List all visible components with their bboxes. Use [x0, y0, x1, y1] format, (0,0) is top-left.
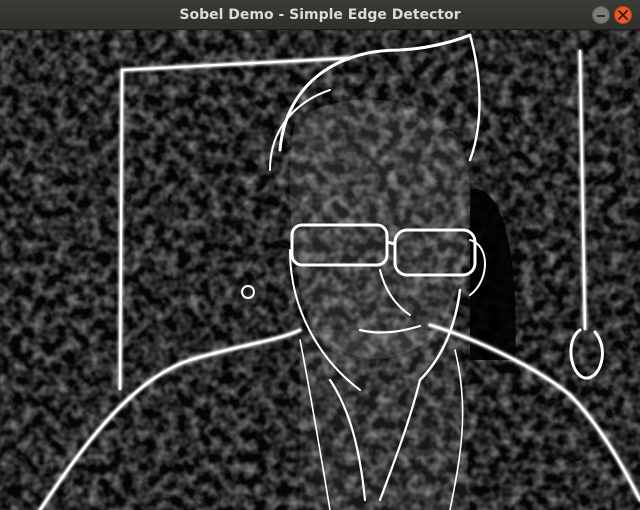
app-window: Sobel Demo - Simple Edge Detector	[0, 0, 640, 510]
window-title: Sobel Demo - Simple Edge Detector	[179, 7, 461, 23]
window-controls	[592, 6, 632, 24]
sobel-edge-image	[0, 30, 640, 510]
edge-detection-canvas[interactable]	[0, 30, 640, 510]
close-icon[interactable]	[614, 6, 632, 24]
minimize-icon[interactable]	[592, 6, 610, 24]
window-titlebar[interactable]: Sobel Demo - Simple Edge Detector	[0, 0, 640, 30]
